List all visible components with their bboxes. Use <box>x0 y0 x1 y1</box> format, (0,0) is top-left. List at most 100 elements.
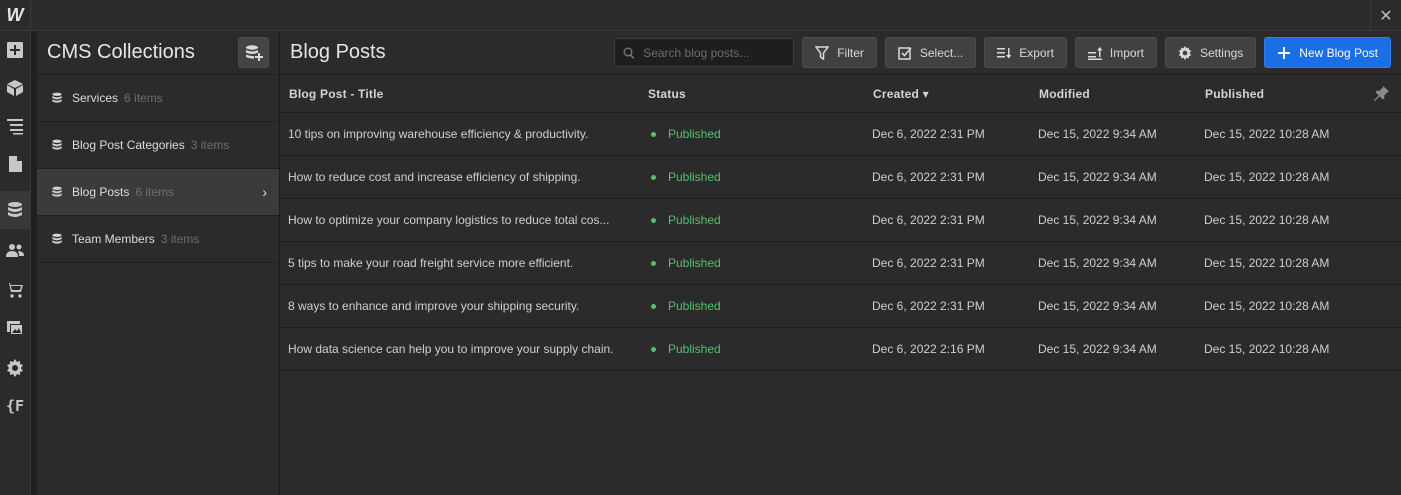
export-label: Export <box>1019 45 1054 60</box>
cell-modified: Dec 15, 2022 9:34 AM <box>1038 127 1157 141</box>
cell-modified: Dec 15, 2022 9:34 AM <box>1038 170 1157 184</box>
status-text: Published <box>668 127 721 141</box>
collection-count: 6 items <box>135 185 175 199</box>
export-icon <box>997 47 1012 58</box>
status-dot-icon <box>651 260 656 266</box>
add-panel-icon[interactable] <box>0 31 30 69</box>
new-blog-post-label: New Blog Post <box>1299 45 1378 60</box>
users-icon[interactable] <box>0 231 30 269</box>
table-row[interactable]: 5 tips to make your road freight service… <box>280 242 1401 285</box>
table-row[interactable]: 10 tips on improving warehouse efficienc… <box>280 113 1401 156</box>
cell-created: Dec 6, 2022 2:31 PM <box>872 170 985 184</box>
status-text: Published <box>668 256 721 270</box>
column-header-modified[interactable]: Modified <box>1039 87 1090 101</box>
import-label: Import <box>1109 45 1144 60</box>
status-dot-icon <box>651 131 656 137</box>
cell-modified: Dec 15, 2022 9:34 AM <box>1038 213 1157 227</box>
collection-item-team-members[interactable]: Team Members 3 items <box>37 216 279 263</box>
status-text: Published <box>668 342 721 356</box>
import-icon <box>1087 46 1102 60</box>
cell-created: Dec 6, 2022 2:31 PM <box>872 127 985 141</box>
cell-title: How to reduce cost and increase efficien… <box>288 170 581 184</box>
collection-name: Blog Post Categories <box>72 138 185 152</box>
settings-label: Settings <box>1199 45 1244 60</box>
collection-name: Services <box>72 91 119 105</box>
search-input[interactable] <box>641 44 782 61</box>
search-box[interactable] <box>614 38 795 67</box>
database-icon <box>52 233 62 244</box>
cell-title: 10 tips on improving warehouse efficienc… <box>288 127 589 141</box>
status-dot-icon <box>651 303 656 309</box>
select-button[interactable]: Select... <box>884 37 977 68</box>
filter-label: Filter <box>837 45 864 60</box>
cell-modified: Dec 15, 2022 9:34 AM <box>1038 299 1157 313</box>
components-box-icon[interactable] <box>0 69 30 107</box>
search-icon <box>623 47 635 59</box>
cell-published: Dec 15, 2022 10:28 AM <box>1204 127 1330 141</box>
filter-button[interactable]: Filter <box>802 37 877 68</box>
items-header: Blog Posts Filter Select... Export Impor… <box>280 31 1401 75</box>
filter-icon <box>815 45 830 60</box>
status-text: Published <box>668 170 721 184</box>
database-icon <box>52 139 62 150</box>
variables-icon[interactable]: {F <box>0 387 30 425</box>
collection-name: Team Members <box>72 232 155 246</box>
close-button[interactable]: ✕ <box>1370 0 1401 31</box>
add-collection-button[interactable] <box>238 37 269 68</box>
cell-created: Dec 6, 2022 2:31 PM <box>872 213 985 227</box>
settings-gear-icon[interactable] <box>0 349 30 387</box>
ecommerce-cart-icon[interactable] <box>0 271 30 309</box>
table-header: Blog Post - Title Status Created ▾ Modif… <box>280 75 1401 113</box>
column-header-created[interactable]: Created ▾ <box>873 87 929 101</box>
column-header-published[interactable]: Published <box>1205 87 1264 101</box>
collections-header: CMS Collections <box>37 31 279 75</box>
pages-icon[interactable] <box>0 145 30 183</box>
collection-count: 3 items <box>190 138 230 152</box>
assets-images-icon[interactable] <box>0 309 30 347</box>
cell-status: Published <box>651 113 721 155</box>
cell-status: Published <box>651 328 721 370</box>
variables-icon-label: {F <box>5 397 25 415</box>
table-row[interactable]: 8 ways to enhance and improve your shipp… <box>280 285 1401 328</box>
cell-title: How to optimize your company logistics t… <box>288 213 610 227</box>
new-blog-post-button[interactable]: New Blog Post <box>1264 37 1391 68</box>
export-button[interactable]: Export <box>984 37 1067 68</box>
webflow-logo[interactable]: W <box>0 0 31 31</box>
toolbar: Filter Select... Export Import Settings … <box>614 37 1391 68</box>
collection-name: Blog Posts <box>72 185 130 199</box>
cell-title: How data science can help you to improve… <box>288 342 614 356</box>
page-title: Blog Posts <box>290 41 386 63</box>
cms-database-icon[interactable] <box>0 191 30 229</box>
cell-published: Dec 15, 2022 10:28 AM <box>1204 213 1330 227</box>
pin-icon[interactable] <box>1374 86 1389 101</box>
status-text: Published <box>668 299 721 313</box>
cell-title: 5 tips to make your road freight service… <box>288 256 574 270</box>
cell-status: Published <box>651 199 721 241</box>
cell-modified: Dec 15, 2022 9:34 AM <box>1038 256 1157 270</box>
database-icon <box>52 186 62 197</box>
gear-icon <box>1178 45 1192 60</box>
column-header-status[interactable]: Status <box>648 87 686 101</box>
import-button[interactable]: Import <box>1074 37 1157 68</box>
column-header-title[interactable]: Blog Post - Title <box>289 87 384 101</box>
collection-count: 3 items <box>160 232 200 246</box>
cell-status: Published <box>651 156 721 198</box>
table-row[interactable]: How to reduce cost and increase efficien… <box>280 156 1401 199</box>
cell-published: Dec 15, 2022 10:28 AM <box>1204 342 1330 356</box>
collection-item-services[interactable]: Services 6 items <box>37 75 279 122</box>
status-dot-icon <box>651 346 656 352</box>
table-row[interactable]: How to optimize your company logistics t… <box>280 199 1401 242</box>
left-icon-rail: {F <box>0 31 31 495</box>
settings-button[interactable]: Settings <box>1164 37 1257 68</box>
top-bar: W ✕ <box>0 0 1401 31</box>
plus-icon <box>1278 46 1291 59</box>
collection-item-blog-posts[interactable]: Blog Posts 6 items › <box>37 169 279 216</box>
cell-created: Dec 6, 2022 2:31 PM <box>872 256 985 270</box>
cell-published: Dec 15, 2022 10:28 AM <box>1204 170 1330 184</box>
collection-item-blog-post-categories[interactable]: Blog Post Categories 3 items <box>37 122 279 169</box>
table-row[interactable]: How data science can help you to improve… <box>280 328 1401 371</box>
navigator-icon[interactable] <box>0 107 30 145</box>
collection-count: 6 items <box>124 91 163 105</box>
status-text: Published <box>668 213 721 227</box>
collections-title: CMS Collections <box>47 41 195 63</box>
